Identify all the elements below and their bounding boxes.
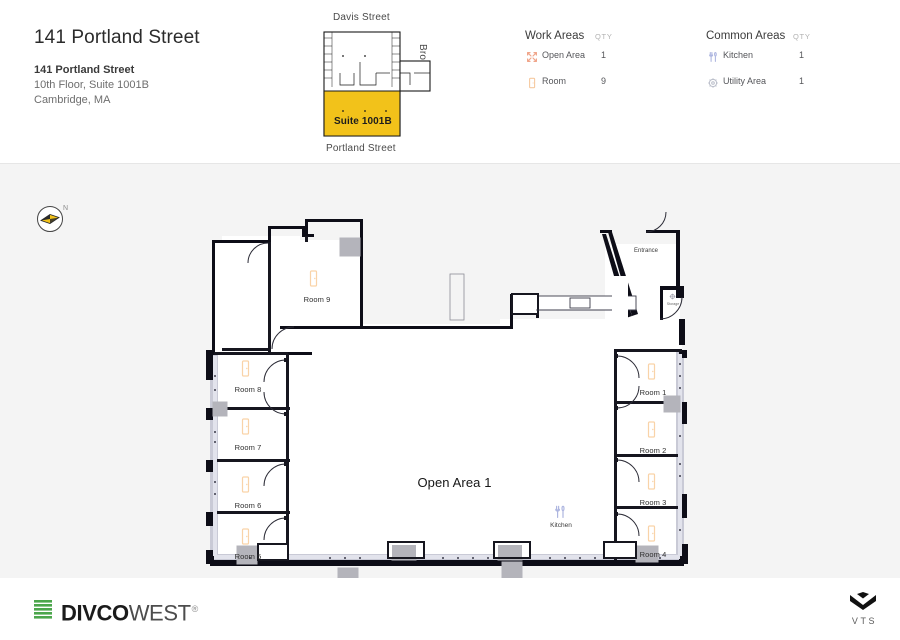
- door-icon: [241, 476, 250, 493]
- legend-common-title: Common Areas: [706, 30, 786, 42]
- gear-icon: [669, 293, 676, 300]
- door-icon: [647, 525, 656, 542]
- floorplan-drawing: [206, 211, 688, 589]
- door-icon: [241, 418, 250, 435]
- room-label-room-2: Room 2: [639, 446, 667, 455]
- divcowest-wordmark: DIVCOWEST®: [61, 598, 198, 624]
- kitchen-label: Kitchen: [550, 522, 572, 529]
- legend-common-qty-header: QTY: [793, 32, 811, 41]
- legend-label-open-area: Open Area: [542, 50, 586, 60]
- room-label-room-1: Room 1: [639, 388, 667, 397]
- page-footer: DIVCOWEST® VTS: [0, 578, 900, 640]
- fork-spoon-icon: [707, 50, 719, 62]
- legend-work-qty-header: QTY: [595, 32, 613, 41]
- door-icon: [241, 360, 250, 377]
- divco-light-text: WEST: [128, 600, 191, 626]
- site-minimap[interactable]: Davis Street Broadway Portland Street: [318, 12, 468, 158]
- minimap-street-portland: Portland Street: [326, 143, 396, 154]
- legend-qty-utility-area: 1: [799, 76, 805, 86]
- legend-label-room: Room: [542, 76, 567, 86]
- room-label-room-7: Room 7: [234, 443, 262, 452]
- divcowest-logo[interactable]: DIVCOWEST®: [34, 598, 198, 624]
- room-label-room-8: Room 8: [234, 385, 262, 394]
- legend-label-utility-area: Utility Area: [723, 76, 767, 86]
- room-label-room-9: Room 9: [303, 295, 331, 304]
- legend-qty-open-area: 1: [601, 50, 607, 60]
- door-icon: [241, 528, 250, 545]
- page-title: 141 Portland Street: [34, 27, 200, 48]
- door-icon: [647, 363, 656, 380]
- expand-arrows-icon: [526, 50, 538, 62]
- address-line-1: 141 Portland Street: [34, 64, 135, 76]
- legend-qty-kitchen: 1: [799, 50, 805, 60]
- room-label-room-4: Room 4: [639, 550, 667, 559]
- entrance-label: Entrance: [633, 248, 658, 254]
- divco-bold-text: DIVCO: [61, 600, 129, 626]
- vts-chevron-icon: [850, 592, 876, 610]
- minimap-street-davis: Davis Street: [333, 12, 390, 23]
- room-label-room-6: Room 6: [234, 501, 262, 510]
- vts-logo[interactable]: VTS: [842, 592, 884, 626]
- legend-label-kitchen: Kitchen: [723, 50, 754, 60]
- room-label-room-3: Room 3: [639, 498, 667, 507]
- legend-qty-room: 9: [601, 76, 607, 86]
- page-header: 141 Portland Street 141 Portland Street …: [0, 0, 900, 164]
- floorplan-canvas[interactable]: Room 9 Room 8 Room 7 Room 6 Room 5 Room …: [0, 164, 900, 622]
- registered-mark: ®: [191, 604, 199, 614]
- door-icon: [526, 76, 538, 89]
- open-area-label: Open Area 1: [417, 475, 492, 490]
- divcowest-mark-icon: [34, 600, 52, 619]
- address-line-2: 10th Floor, Suite 1001B: [34, 79, 149, 91]
- fork-spoon-icon: [555, 505, 565, 518]
- floorplan-page: 141 Portland Street 141 Portland Street …: [0, 0, 900, 640]
- minimap-suite-label: Suite 1001B: [334, 116, 392, 127]
- vts-label: VTS: [851, 616, 878, 626]
- utility-room-label: Storage: [666, 302, 680, 306]
- address-line-3: Cambridge, MA: [34, 94, 111, 106]
- room-label-room-5: Room 5: [234, 552, 262, 561]
- address-block: 141 Portland Street 141 Portland Street …: [34, 26, 200, 108]
- legend-work-title: Work Areas: [525, 30, 585, 42]
- gear-icon: [707, 76, 719, 88]
- door-icon: [647, 421, 656, 438]
- door-icon: [647, 473, 656, 490]
- door-icon: [309, 270, 318, 287]
